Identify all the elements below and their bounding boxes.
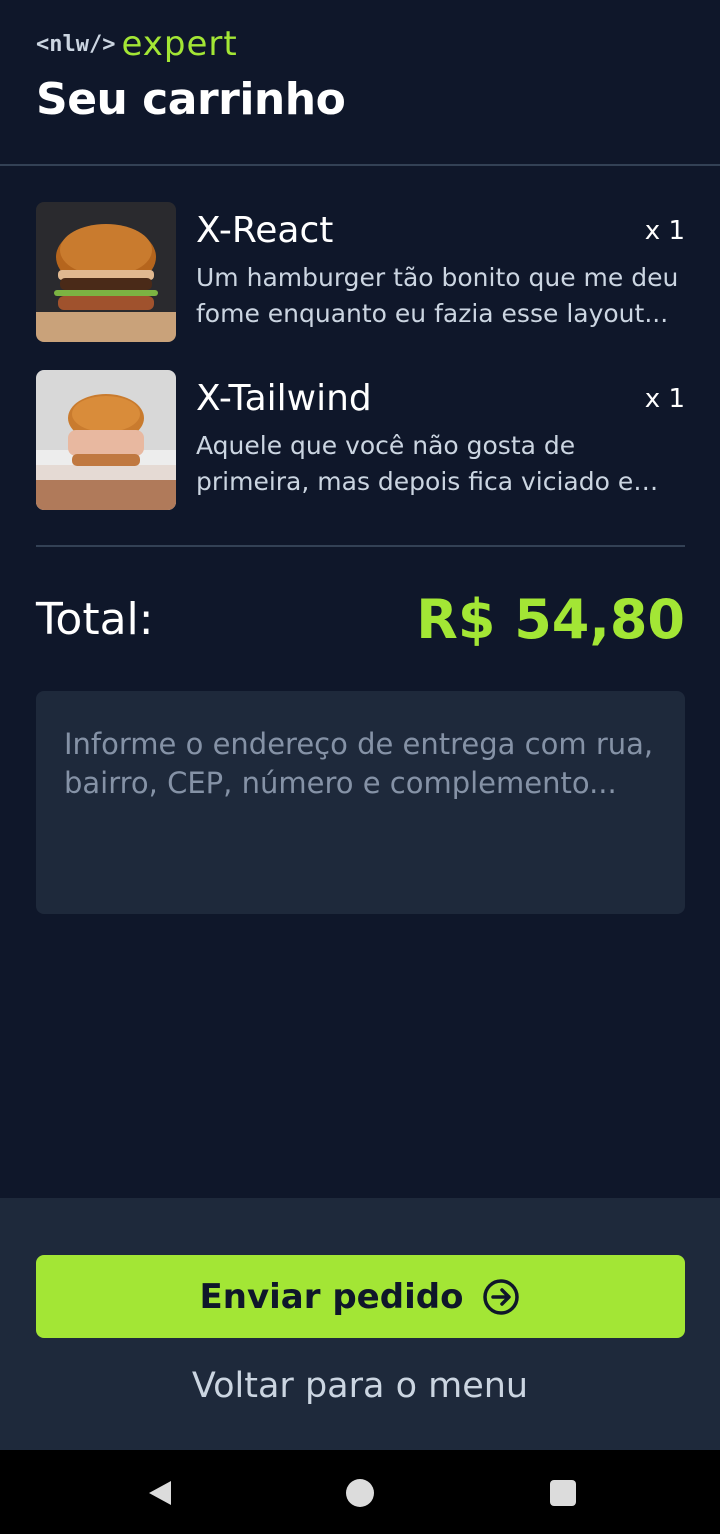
nlw-expert-logo: <nlw/> expert [36,24,238,64]
burger-icon [36,202,176,342]
page-title: Seu carrinho [36,74,346,125]
item-description: Aquele que você não gosta de primeira, m… [196,431,634,496]
system-nav-bar [0,1450,720,1534]
cart-item-x-react[interactable]: X-React x 1 Um hamburger tão bonito que … [36,202,685,342]
recent-square-icon[interactable] [548,1478,578,1508]
item-description: Um hamburger tão bonito que me deu fome … [196,263,679,328]
product-image [36,370,176,510]
item-title: X-Tailwind [196,378,372,419]
divider [36,545,685,547]
arrow-circle-right-icon [481,1277,521,1317]
back-triangle-icon[interactable] [145,1478,175,1508]
back-to-menu-link[interactable]: Voltar para o menu [0,1366,720,1406]
home-circle-icon[interactable] [345,1478,375,1508]
cart-list: X-React x 1 Um hamburger tão bonito que … [36,202,685,538]
item-quantity: x 1 [644,216,685,246]
burger-icon [36,370,176,510]
item-title: X-React [196,210,334,251]
footer: Enviar pedido Voltar para o menu [0,1198,720,1450]
cart-item-x-tailwind[interactable]: X-Tailwind x 1 Aquele que você não gosta… [36,370,685,510]
logo-prefix: <nlw/> [36,31,116,57]
total-label: Total: [36,594,154,645]
total-row: Total: R$ 54,80 [36,588,685,658]
item-quantity: x 1 [644,384,685,414]
logo-suffix: expert [121,24,238,64]
header: <nlw/> expert Seu carrinho [0,0,720,166]
cart-screen: <nlw/> expert Seu carrinho X-React x 1 U… [0,0,720,1534]
total-value: R$ 54,80 [416,588,685,651]
address-input[interactable] [36,691,685,914]
send-order-button[interactable]: Enviar pedido [36,1255,685,1338]
product-image [36,202,176,342]
send-order-label: Enviar pedido [199,1276,464,1317]
